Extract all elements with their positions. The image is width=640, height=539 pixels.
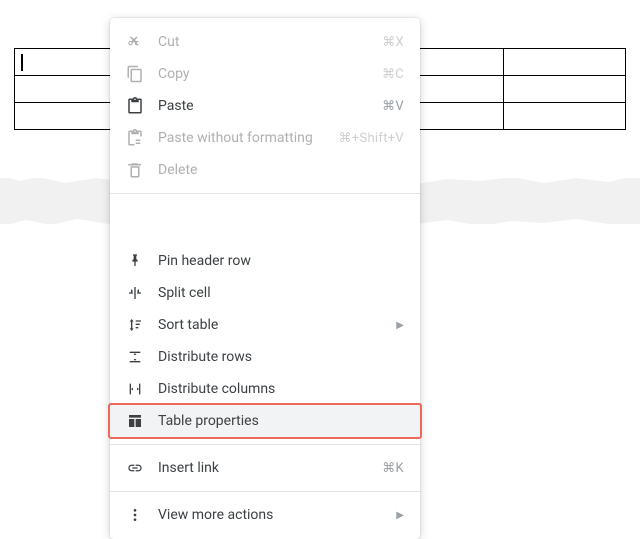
menu-label: Split cell: [158, 285, 404, 301]
menu-shortcut: ⌘C: [382, 67, 404, 82]
delete-icon: [126, 161, 144, 179]
menu-label: View more actions: [158, 507, 382, 523]
menu-item-table-properties[interactable]: Table properties: [110, 405, 420, 437]
menu-label: Cut: [158, 34, 368, 50]
hidden-section-gap: [110, 201, 420, 245]
cut-icon: [126, 33, 144, 51]
menu-label: Distribute rows: [158, 349, 404, 365]
sort-icon: [126, 316, 144, 334]
menu-divider: [110, 491, 420, 492]
menu-label: Distribute columns: [158, 381, 404, 397]
link-icon: [126, 459, 144, 477]
menu-item-paste-plain[interactable]: Paste without formatting ⌘+Shift+V: [110, 122, 420, 154]
menu-label: Copy: [158, 66, 368, 82]
chevron-right-icon: ▶: [396, 510, 404, 521]
menu-shortcut: ⌘K: [382, 461, 404, 476]
menu-label: Pin header row: [158, 253, 404, 269]
table-cell[interactable]: [503, 49, 625, 76]
menu-label: Paste: [158, 98, 368, 114]
menu-item-sort-table[interactable]: Sort table ▶: [110, 309, 420, 341]
context-menu: Cut ⌘X Copy ⌘C Paste ⌘V Paste without fo…: [110, 18, 420, 539]
table-cell[interactable]: [503, 76, 625, 103]
distribute-rows-icon: [126, 348, 144, 366]
menu-item-copy[interactable]: Copy ⌘C: [110, 58, 420, 90]
chevron-right-icon: ▶: [396, 320, 404, 331]
menu-item-more-actions[interactable]: View more actions ▶: [110, 499, 420, 531]
menu-item-delete[interactable]: Delete: [110, 154, 420, 186]
menu-label: Table properties: [158, 413, 404, 429]
menu-shortcut: ⌘+Shift+V: [338, 131, 404, 146]
menu-shortcut: ⌘X: [382, 35, 404, 50]
paste-plain-icon: [126, 129, 144, 147]
menu-item-distribute-rows[interactable]: Distribute rows: [110, 341, 420, 373]
pin-icon: [126, 252, 144, 270]
menu-item-cut[interactable]: Cut ⌘X: [110, 26, 420, 58]
copy-icon: [126, 65, 144, 83]
menu-divider: [110, 444, 420, 445]
menu-item-insert-link[interactable]: Insert link ⌘K: [110, 452, 420, 484]
more-icon: [126, 506, 144, 524]
menu-divider: [110, 193, 420, 194]
distribute-columns-icon: [126, 380, 144, 398]
menu-label: Insert link: [158, 460, 368, 476]
table-properties-icon: [126, 412, 144, 430]
menu-item-paste[interactable]: Paste ⌘V: [110, 90, 420, 122]
menu-item-split-cell[interactable]: Split cell: [110, 277, 420, 309]
paste-icon: [126, 97, 144, 115]
menu-item-pin-header[interactable]: Pin header row: [110, 245, 420, 277]
split-cell-icon: [126, 284, 144, 302]
menu-label: Sort table: [158, 317, 382, 333]
table-cell[interactable]: [503, 103, 625, 130]
menu-shortcut: ⌘V: [382, 99, 404, 114]
menu-label: Delete: [158, 162, 404, 178]
text-cursor: [21, 54, 23, 71]
menu-label: Paste without formatting: [158, 130, 324, 146]
menu-item-distribute-columns[interactable]: Distribute columns: [110, 373, 420, 405]
